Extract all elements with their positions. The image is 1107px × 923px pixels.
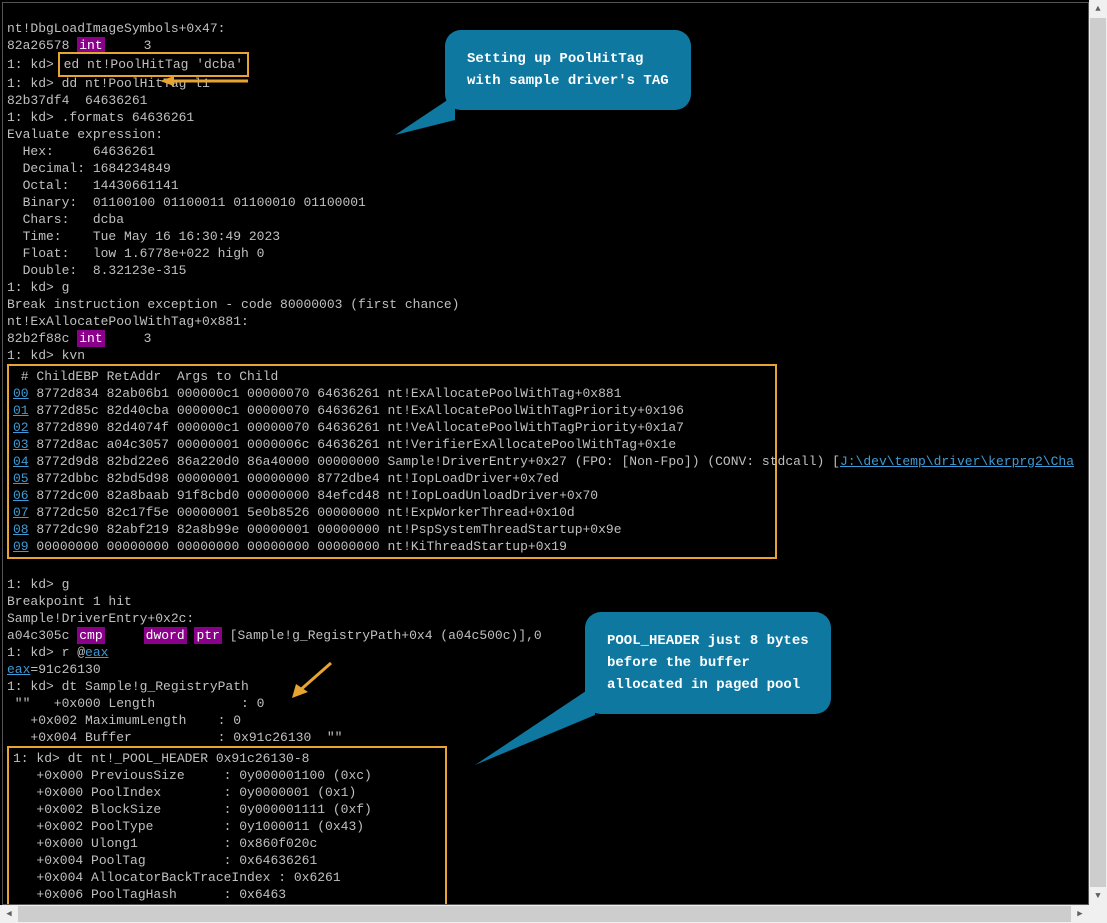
out-line: "" +0x000 Length : 0 — [7, 696, 264, 711]
pool-header-box: 1: kd> dt nt!_POOL_HEADER 0x91c26130-8 +… — [7, 746, 447, 905]
cmd-ed-poolhittag: ed nt!PoolHitTag 'dcba' — [58, 52, 249, 77]
stack-row: 03 8772d8ac a04c3057 00000001 0000006c 6… — [13, 437, 676, 452]
scroll-left-button[interactable]: ◀ — [0, 905, 18, 923]
scroll-down-button[interactable]: ▼ — [1089, 887, 1107, 905]
out-line: Breakpoint 1 hit — [7, 594, 132, 609]
frame-link[interactable]: 00 — [13, 386, 29, 401]
frame-link[interactable]: 07 — [13, 505, 29, 520]
prompt-line: 1: kd> kvn — [7, 348, 85, 363]
out-line: Decimal: 1684234849 — [7, 161, 171, 176]
scroll-right-button[interactable]: ▶ — [1071, 905, 1089, 923]
frame-link[interactable]: 02 — [13, 420, 29, 435]
debugger-console[interactable]: nt!DbgLoadImageSymbols+0x47: 82a26578 in… — [2, 2, 1089, 905]
horizontal-scrollbar[interactable]: ◀ ▶ — [0, 905, 1089, 923]
prompt-line: 1: kd> dt nt!_POOL_HEADER 0x91c26130-8 — [13, 751, 309, 766]
scroll-thumb[interactable] — [18, 906, 1071, 922]
prompt-line: 1: kd> r @eax — [7, 645, 108, 660]
out-line: Binary: 01100100 01100011 01100010 01100… — [7, 195, 366, 210]
vertical-scrollbar[interactable]: ▲ ▼ — [1089, 0, 1107, 905]
stack-row: 04 8772d9d8 82bd22e6 86a220d0 86a40000 0… — [13, 454, 1074, 469]
prompt-line: 1: kd> dt Sample!g_RegistryPath — [7, 679, 249, 694]
frame-link[interactable]: 04 — [13, 454, 29, 469]
opcode-hl: ptr — [194, 627, 221, 644]
out-line: +0x002 PoolType : 0y1000011 (0x43) — [13, 819, 364, 834]
stack-row: 02 8772d890 82d4074f 000000c1 00000070 6… — [13, 420, 684, 435]
out-line: +0x004 PoolTag : 0x64636261 — [13, 853, 317, 868]
out-line: +0x006 PoolTagHash : 0x6463 — [13, 887, 286, 902]
prompt-line: 1: kd> g — [7, 280, 69, 295]
stack-row: 09 00000000 00000000 00000000 00000000 0… — [13, 539, 567, 554]
scroll-track[interactable] — [18, 905, 1071, 923]
opcode-hl: dword — [144, 627, 187, 644]
reg-link[interactable]: eax — [85, 645, 108, 660]
out-line: Time: Tue May 16 16:30:49 2023 — [7, 229, 280, 244]
opcode-hl: int — [77, 330, 104, 347]
out-line: nt!DbgLoadImageSymbols+0x47: — [7, 21, 225, 36]
out-line: Octal: 14430661141 — [7, 178, 179, 193]
out-line: Sample!DriverEntry+0x2c: — [7, 611, 194, 626]
frame-link[interactable]: 05 — [13, 471, 29, 486]
scrollbar-corner — [1089, 905, 1107, 923]
out-line: Double: 8.32123e-315 — [7, 263, 186, 278]
stack-header: # ChildEBP RetAddr Args to Child — [13, 369, 387, 384]
scroll-track[interactable] — [1089, 18, 1107, 887]
frame-link[interactable]: 01 — [13, 403, 29, 418]
stack-trace-box: # ChildEBP RetAddr Args to Child 00 8772… — [7, 364, 777, 559]
out-line: +0x002 BlockSize : 0y000001111 (0xf) — [13, 802, 372, 817]
stack-row: 05 8772dbbc 82bd5d98 00000001 00000000 8… — [13, 471, 559, 486]
source-path-link[interactable]: J:\dev\temp\driver\kerprg2\Cha — [840, 454, 1074, 469]
out-line: +0x000 PreviousSize : 0y000001100 (0xc) — [13, 768, 372, 783]
stack-row: 08 8772dc90 82abf219 82a8b99e 00000001 0… — [13, 522, 622, 537]
scroll-thumb[interactable] — [1090, 18, 1106, 887]
out-line: +0x000 PoolIndex : 0y0000001 (0x1) — [13, 785, 356, 800]
frame-link[interactable]: 03 — [13, 437, 29, 452]
prompt-line: 1: kd> .formats 64636261 — [7, 110, 194, 125]
stack-row: 01 8772d85c 82d40cba 000000c1 00000070 6… — [13, 403, 684, 418]
out-line: +0x004 AllocatorBackTraceIndex : 0x6261 — [13, 870, 341, 885]
out-line: 82b37df4 64636261 — [7, 93, 147, 108]
out-line: Evaluate expression: — [7, 127, 163, 142]
out-line: 82b2f88c int 3 — [7, 331, 151, 346]
out-line: Hex: 64636261 — [7, 144, 155, 159]
prompt-line: 1: kd> dd nt!PoolHitTag l1 — [7, 76, 210, 91]
out-line: +0x004 Buffer : 0x91c26130 "" — [7, 730, 342, 745]
frame-link[interactable]: 08 — [13, 522, 29, 537]
out-line: +0x000 Ulong1 : 0x860f020c — [13, 836, 317, 851]
frame-link[interactable]: 09 — [13, 539, 29, 554]
prompt-line: 1: kd> ed nt!PoolHitTag 'dcba' — [7, 57, 245, 72]
out-line: Break instruction exception - code 80000… — [7, 297, 459, 312]
out-line: 82a26578 int 3 — [7, 38, 151, 53]
opcode-hl: cmp — [77, 627, 104, 644]
out-line: +0x002 MaximumLength : 0 — [7, 713, 241, 728]
scroll-up-button[interactable]: ▲ — [1089, 0, 1107, 18]
reg-link[interactable]: eax — [7, 662, 30, 677]
stack-row: 00 8772d834 82ab06b1 000000c1 00000070 6… — [13, 386, 622, 401]
prompt-line: 1: kd> g — [7, 577, 69, 592]
out-line: a04c305c cmp dword ptr [Sample!g_Registr… — [7, 628, 542, 643]
stack-row: 06 8772dc00 82a8baab 91f8cbd0 00000000 8… — [13, 488, 598, 503]
out-line: Chars: dcba — [7, 212, 124, 227]
out-line: nt!ExAllocatePoolWithTag+0x881: — [7, 314, 249, 329]
out-line: Float: low 1.6778e+022 high 0 — [7, 246, 264, 261]
frame-link[interactable]: 06 — [13, 488, 29, 503]
stack-row: 07 8772dc50 82c17f5e 00000001 5e0b8526 0… — [13, 505, 575, 520]
out-line: eax=91c26130 — [7, 662, 101, 677]
